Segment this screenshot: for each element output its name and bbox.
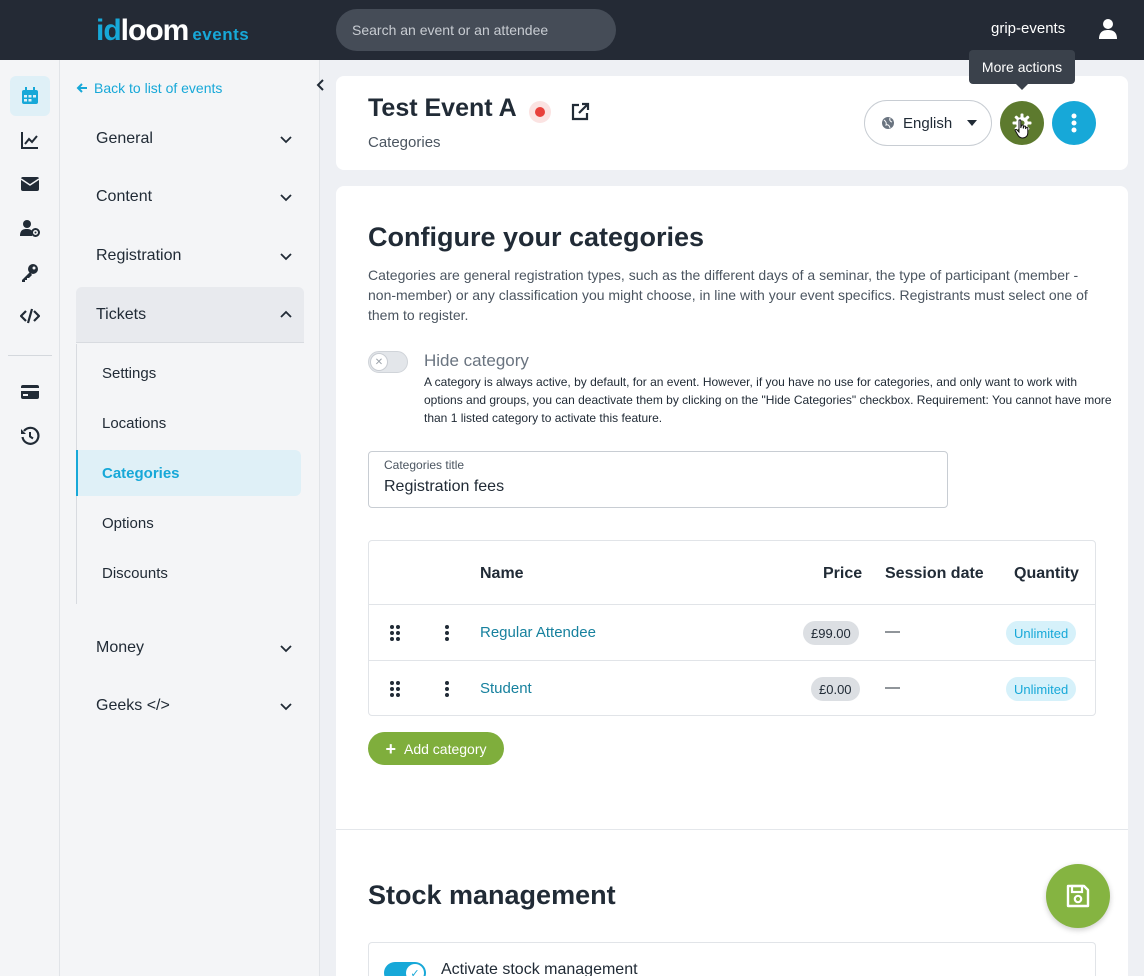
- save-button[interactable]: [1046, 864, 1110, 928]
- sidebar-section-geeks[interactable]: Geeks </>: [76, 678, 304, 734]
- chevron-up-icon: [280, 310, 292, 318]
- row-menu-icon[interactable]: [444, 624, 450, 642]
- page-subtitle: Categories: [368, 134, 441, 151]
- column-header-quantity[interactable]: Quantity: [1014, 565, 1079, 583]
- logo-loom-text: loom: [120, 14, 190, 47]
- language-select[interactable]: English: [864, 100, 992, 146]
- sidebar-item-settings[interactable]: Settings: [76, 350, 301, 396]
- section-label: Content: [96, 188, 153, 205]
- sidebar-section-money[interactable]: Money: [76, 620, 304, 676]
- quantity-badge: Unlimited: [1006, 677, 1077, 701]
- hide-category-help: A category is always active, by default,…: [424, 375, 1112, 425]
- categories-description: Categories are general registration type…: [368, 267, 1088, 323]
- calendar-icon[interactable]: [10, 76, 50, 116]
- add-category-button[interactable]: + Add category: [368, 732, 504, 765]
- section-label: Tickets: [96, 305, 147, 323]
- row-menu-icon[interactable]: [444, 680, 450, 698]
- category-name-link[interactable]: Regular Attendee: [480, 624, 596, 641]
- plus-icon: +: [385, 738, 396, 759]
- code-icon[interactable]: [10, 296, 50, 336]
- sidebar-item-locations[interactable]: Locations: [76, 400, 301, 446]
- idloom-logo[interactable]: id loom events: [96, 14, 250, 47]
- quantity-badge: Unlimited: [1006, 621, 1077, 645]
- column-header-session-date[interactable]: Session date: [885, 565, 984, 583]
- hide-category-label: Hide category: [424, 351, 529, 370]
- price-badge: £0.00: [811, 677, 860, 701]
- credit-card-icon[interactable]: [10, 372, 50, 412]
- history-icon[interactable]: [10, 416, 50, 456]
- kebab-menu-icon: [1071, 113, 1077, 133]
- hand-cursor-icon: [1014, 119, 1029, 139]
- categories-title-field[interactable]: Categories title: [368, 451, 948, 508]
- search-input[interactable]: [336, 9, 616, 51]
- column-header-price[interactable]: Price: [823, 565, 862, 583]
- categories-title-input[interactable]: [384, 478, 924, 496]
- user-icon[interactable]: [1098, 18, 1118, 40]
- drag-handle-icon[interactable]: [389, 624, 401, 642]
- chevron-down-icon: [280, 136, 292, 144]
- table-row[interactable]: Student £0.00 — Unlimited: [369, 660, 1095, 716]
- categories-table: Name Price Session date Quantity Regular…: [368, 540, 1096, 716]
- chevron-down-icon: [280, 703, 292, 711]
- categories-title-label: Categories title: [384, 458, 465, 472]
- session-date-value: —: [885, 679, 900, 696]
- drag-handle-icon[interactable]: [389, 680, 401, 698]
- section-label: General: [96, 130, 153, 147]
- external-link-icon[interactable]: [570, 102, 590, 122]
- chevron-down-icon: [280, 253, 292, 261]
- chart-line-icon[interactable]: [10, 120, 50, 160]
- caret-down-icon: [967, 120, 977, 126]
- check-icon: ✓: [406, 964, 424, 976]
- rail-divider: [8, 355, 52, 356]
- stock-heading: Stock management: [368, 880, 616, 910]
- add-category-label: Add category: [404, 740, 487, 757]
- logo-id-text: id: [96, 14, 122, 47]
- sidebar-item-options[interactable]: Options: [76, 500, 301, 546]
- arrow-left-icon: [76, 83, 87, 93]
- logo-events-text: events: [192, 25, 250, 44]
- collapse-sidebar-icon[interactable]: [312, 76, 328, 94]
- back-link-label: Back to list of events: [94, 80, 223, 96]
- icon-rail: [0, 60, 60, 976]
- sidebar-section-content[interactable]: Content: [76, 169, 304, 225]
- floppy-disk-icon: [1066, 884, 1090, 908]
- live-status-icon: [529, 101, 551, 123]
- chevron-down-icon: [280, 194, 292, 202]
- session-date-value: —: [885, 623, 900, 640]
- back-to-events-link[interactable]: Back to list of events: [76, 80, 222, 96]
- price-badge: £99.00: [803, 621, 859, 645]
- section-label: Geeks </>: [96, 697, 170, 714]
- section-label: Registration: [96, 247, 182, 264]
- activate-stock-toggle[interactable]: ✓: [384, 962, 426, 976]
- category-name-link[interactable]: Student: [480, 680, 532, 697]
- users-cog-icon[interactable]: [10, 208, 50, 248]
- key-icon[interactable]: [10, 252, 50, 292]
- section-label: Money: [96, 639, 145, 656]
- categories-heading: Configure your categories: [368, 222, 705, 252]
- column-header-name[interactable]: Name: [480, 565, 524, 583]
- event-title: Test Event A: [368, 94, 517, 122]
- language-label: English: [903, 114, 953, 132]
- sidebar-section-tickets[interactable]: Tickets: [76, 287, 304, 343]
- table-row[interactable]: Regular Attendee £99.00 — Unlimited: [369, 604, 1095, 660]
- hide-category-toggle[interactable]: ✕: [368, 351, 408, 373]
- more-actions-button[interactable]: [1052, 101, 1096, 145]
- username[interactable]: grip-events: [991, 20, 1065, 37]
- globe-icon: [882, 117, 894, 129]
- close-icon: ✕: [370, 353, 388, 371]
- sidebar-section-registration[interactable]: Registration: [76, 228, 304, 284]
- envelope-icon[interactable]: [10, 164, 50, 204]
- sidebar-section-general[interactable]: General: [76, 111, 304, 167]
- sidebar-item-discounts[interactable]: Discounts: [76, 550, 301, 596]
- activate-stock-label: Activate stock management: [441, 961, 638, 976]
- chevron-down-icon: [280, 645, 292, 653]
- more-actions-tooltip: More actions: [969, 50, 1075, 90]
- sidebar-item-categories[interactable]: Categories: [76, 450, 301, 496]
